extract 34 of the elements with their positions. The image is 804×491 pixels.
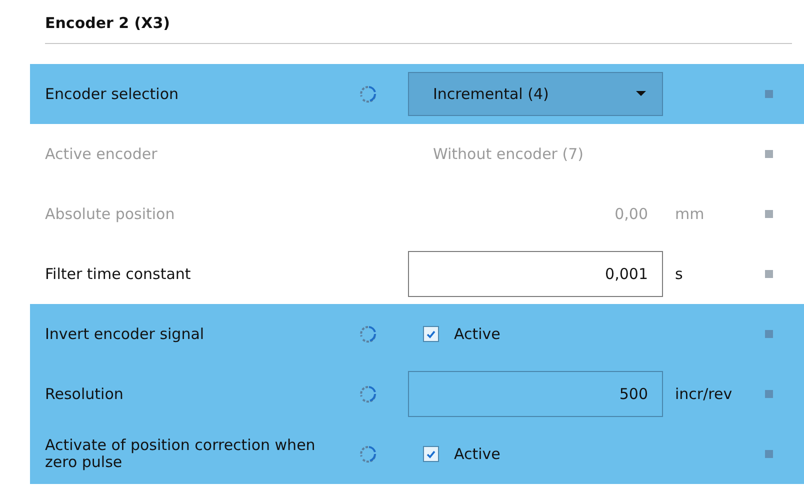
status-square-icon (765, 390, 773, 398)
unit-label: mm (675, 205, 704, 223)
input-field[interactable]: 500 (408, 371, 663, 417)
checkmark-icon (425, 448, 437, 460)
section-title: Encoder 2 (X3) (45, 13, 170, 34)
input-field[interactable]: 0,001 (408, 251, 663, 297)
sync-icon[interactable] (358, 84, 378, 104)
status-square-icon (765, 330, 773, 338)
encoder-dropdown[interactable]: Incremental (4) (408, 72, 663, 116)
checkmark-icon (425, 328, 437, 340)
status-square-icon (765, 150, 773, 158)
unit-label: s (675, 265, 683, 283)
parameter-label: Activate of position correction when zero pulse (45, 437, 316, 471)
caret-icon (636, 91, 646, 97)
sync-icon[interactable] (358, 324, 378, 344)
parameter-label: Filter time constant (45, 266, 192, 282)
status-square-icon (765, 270, 773, 278)
parameter-label: Resolution (45, 386, 124, 402)
status-square-icon (765, 210, 773, 218)
sync-icon[interactable] (358, 444, 378, 464)
value-text: 0,00 (614, 205, 648, 223)
status-square-icon (765, 450, 773, 458)
value-text: Without encoder (7) (432, 145, 584, 163)
checkbox-label: Active (454, 445, 500, 463)
parameter-label: Encoder selection (45, 86, 180, 102)
unit-label: incr/rev (675, 385, 732, 403)
parameter-label: Absolute position (45, 206, 176, 222)
sync-icon[interactable] (358, 384, 378, 404)
status-square-icon (765, 90, 773, 98)
checkbox-label: Active (454, 325, 500, 343)
checkbox[interactable] (423, 446, 439, 462)
parameter-label: Active encoder (45, 146, 158, 162)
checkbox[interactable] (423, 326, 439, 342)
parameter-label: Invert encoder signal (45, 326, 206, 342)
